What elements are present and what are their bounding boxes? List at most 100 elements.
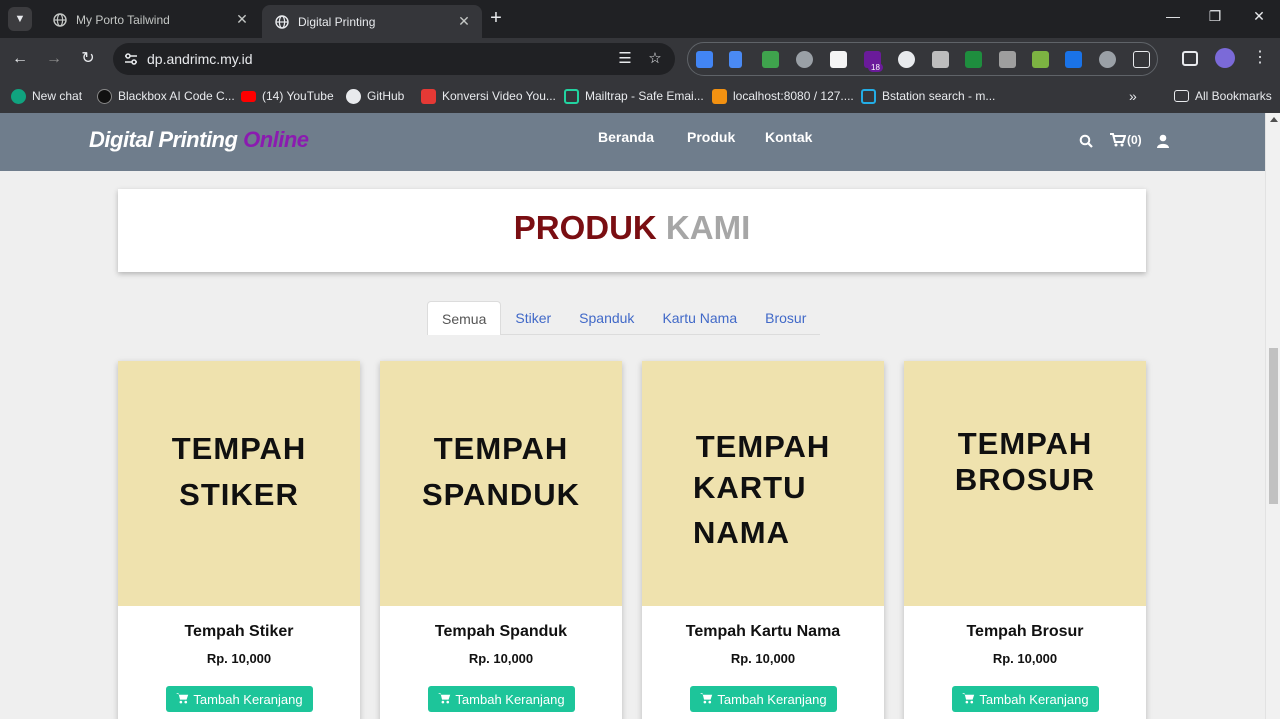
filter-tab-kartu-nama[interactable]: Kartu Nama bbox=[648, 301, 751, 335]
back-button[interactable]: ← bbox=[10, 49, 30, 69]
profile-avatar[interactable] bbox=[1215, 48, 1235, 68]
nav-link-beranda[interactable]: Beranda bbox=[598, 129, 654, 145]
scroll-up-arrow-icon[interactable] bbox=[1270, 117, 1278, 122]
search-icon[interactable] bbox=[1079, 134, 1093, 151]
add-to-cart-button[interactable]: Tambah Keranjang bbox=[428, 686, 575, 712]
bookmark-localhost[interactable]: localhost:8080 / 127.... bbox=[712, 87, 854, 105]
page-scrollbar[interactable] bbox=[1265, 113, 1280, 719]
product-price: Rp. 10,000 bbox=[992, 651, 1058, 666]
cart-button[interactable]: (0) bbox=[1110, 133, 1142, 147]
window-close-button[interactable]: ✕ bbox=[1247, 8, 1271, 30]
extension-cube-icon[interactable] bbox=[999, 51, 1016, 68]
product-card-kartu-nama: TEMPAH KARTU NAMA Tempah Kartu Nama Rp. … bbox=[642, 361, 884, 719]
section-title-box: PRODUK KAMI bbox=[118, 189, 1146, 272]
site-settings-icon[interactable] bbox=[123, 51, 139, 67]
extension-pen-icon[interactable] bbox=[965, 51, 982, 68]
chevron-down-icon: ▼ bbox=[14, 13, 26, 25]
extension-window-icon[interactable] bbox=[932, 51, 949, 68]
download-icon bbox=[421, 88, 436, 104]
close-icon[interactable]: ✕ bbox=[234, 11, 250, 28]
side-panel-icon[interactable] bbox=[1182, 51, 1198, 66]
tab-digital-printing[interactable]: Digital Printing ✕ bbox=[262, 5, 482, 38]
product-image[interactable]: TEMPAH STIKER bbox=[118, 361, 360, 606]
add-to-cart-label: Tambah Keranjang bbox=[455, 691, 565, 707]
product-card-stiker: TEMPAH STIKER Tempah Stiker Rp. 10,000 T… bbox=[118, 361, 360, 719]
star-icon[interactable]: ☆ bbox=[646, 50, 664, 68]
product-name: Tempah Spanduk bbox=[434, 623, 568, 640]
phpmyadmin-icon bbox=[712, 88, 727, 104]
page-viewport: Digital Printing Online Beranda Produk K… bbox=[0, 113, 1280, 719]
section-title: PRODUK KAMI bbox=[118, 209, 1146, 247]
tab-search-button[interactable]: ▼ bbox=[8, 7, 32, 31]
bookmark-youtube[interactable]: (14) YouTube bbox=[241, 87, 334, 105]
nav-link-kontak[interactable]: Kontak bbox=[765, 129, 812, 145]
extensions-puzzle-icon[interactable] bbox=[1133, 51, 1150, 68]
globe-icon bbox=[53, 12, 67, 27]
extension-drive-icon[interactable] bbox=[762, 51, 779, 68]
nav-link-produk[interactable]: Produk bbox=[687, 129, 735, 145]
bookmark-konversi-video[interactable]: Konversi Video You... bbox=[421, 87, 556, 105]
extension-docs-icon[interactable] bbox=[729, 51, 742, 68]
add-to-cart-button[interactable]: Tambah Keranjang bbox=[166, 686, 313, 712]
product-card-brosur: TEMPAH BROSUR Tempah Brosur Rp. 10,000 T… bbox=[904, 361, 1146, 719]
bookmark-github[interactable]: GitHub bbox=[346, 87, 404, 105]
extension-abp-icon[interactable] bbox=[1099, 51, 1116, 68]
site-navbar: Digital Printing Online Beranda Produk K… bbox=[0, 113, 1265, 171]
bookmark-blackbox[interactable]: Blackbox AI Code C... bbox=[97, 87, 235, 105]
product-image[interactable]: TEMPAH BROSUR bbox=[904, 361, 1146, 606]
bookmark-label: Konversi Video You... bbox=[442, 89, 556, 103]
bookmark-label: GitHub bbox=[367, 89, 405, 103]
add-to-cart-button[interactable]: Tambah Keranjang bbox=[690, 686, 837, 712]
category-filter-tabs: Semua Stiker Spanduk Kartu Nama Brosur bbox=[427, 301, 821, 335]
filter-tab-stiker[interactable]: Stiker bbox=[501, 301, 565, 335]
tab-my-porto[interactable]: My Porto Tailwind ✕ bbox=[40, 5, 260, 34]
bookmark-bstation[interactable]: Bstation search - m... bbox=[861, 87, 995, 105]
bookmark-mailtrap[interactable]: Mailtrap - Safe Emai... bbox=[564, 87, 704, 105]
minimize-button[interactable]: — bbox=[1161, 8, 1185, 30]
image-text-line: TEMPAH bbox=[171, 431, 307, 466]
bookmarks-bar: New chat Blackbox AI Code C... (14) YouT… bbox=[0, 80, 1280, 113]
extension-badge-count: 18 bbox=[868, 63, 883, 72]
filter-tab-brosur[interactable]: Brosur bbox=[751, 301, 820, 335]
filter-tab-semua[interactable]: Semua bbox=[427, 301, 502, 335]
product-image[interactable]: TEMPAH SPANDUK bbox=[380, 361, 622, 606]
cart-count: (0) bbox=[1127, 133, 1142, 147]
site-logo[interactable]: Digital Printing Online bbox=[89, 127, 309, 153]
extension-calendar-icon[interactable] bbox=[830, 51, 847, 68]
translate-icon[interactable]: ☰ bbox=[616, 50, 634, 68]
browser-toolbar: ← → ↻ dp.andrimc.my.id ☰ ☆ 18 ⋮ bbox=[0, 38, 1280, 80]
more-menu-icon[interactable]: ⋮ bbox=[1252, 48, 1268, 68]
add-to-cart-label: Tambah Keranjang bbox=[979, 691, 1089, 707]
image-text-line: TEMPAH bbox=[957, 426, 1093, 461]
product-card-spanduk: TEMPAH SPANDUK Tempah Spanduk Rp. 10,000… bbox=[380, 361, 622, 719]
image-text-line: TEMPAH bbox=[695, 429, 831, 464]
product-image-text: TEMPAH BROSUR bbox=[904, 426, 1146, 498]
extension-gear-icon[interactable] bbox=[796, 51, 813, 68]
user-icon[interactable] bbox=[1157, 134, 1169, 151]
extension-download-icon[interactable] bbox=[1032, 51, 1049, 68]
product-name: Tempah Brosur bbox=[966, 623, 1084, 640]
product-price: Rp. 10,000 bbox=[730, 651, 796, 666]
product-image[interactable]: TEMPAH KARTU NAMA bbox=[642, 361, 884, 606]
add-to-cart-label: Tambah Keranjang bbox=[193, 691, 303, 707]
scrollbar-thumb[interactable] bbox=[1269, 348, 1278, 504]
folder-icon bbox=[1174, 90, 1189, 102]
cart-icon bbox=[176, 692, 189, 707]
bookmarks-overflow-icon[interactable]: » bbox=[1129, 87, 1137, 105]
reload-button[interactable]: ↻ bbox=[78, 49, 98, 69]
address-bar[interactable]: dp.andrimc.my.id ☰ ☆ bbox=[113, 43, 675, 75]
bookmark-new-chat[interactable]: New chat bbox=[11, 87, 82, 105]
extension-circle-icon[interactable] bbox=[898, 51, 915, 68]
filter-tab-spanduk[interactable]: Spanduk bbox=[565, 301, 648, 335]
all-bookmarks-button[interactable]: All Bookmarks bbox=[1174, 87, 1272, 105]
cart-icon bbox=[438, 692, 451, 707]
bookmark-label: (14) YouTube bbox=[262, 89, 334, 103]
close-icon[interactable]: ✕ bbox=[456, 13, 472, 30]
extension-translate-icon[interactable] bbox=[696, 51, 713, 68]
extension-fi-icon[interactable] bbox=[1065, 51, 1082, 68]
restore-button[interactable]: ❐ bbox=[1203, 8, 1227, 30]
forward-button[interactable]: → bbox=[44, 49, 64, 69]
chatgpt-icon bbox=[11, 88, 26, 104]
add-to-cart-button[interactable]: Tambah Keranjang bbox=[952, 686, 1099, 712]
new-tab-button[interactable]: + bbox=[485, 8, 507, 30]
